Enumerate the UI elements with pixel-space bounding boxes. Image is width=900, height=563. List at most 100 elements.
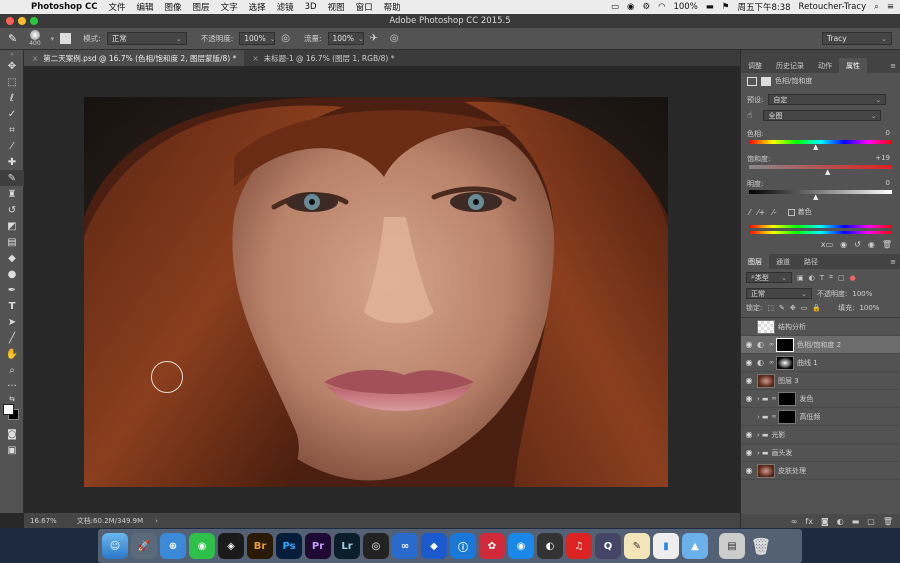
view-previous-icon[interactable]: ◉ xyxy=(840,240,847,249)
layer-group-row[interactable]: ◉ › ▬ 光影 xyxy=(741,426,900,444)
menu-app-name[interactable]: Photoshop CC xyxy=(31,2,98,12)
menu-edit[interactable]: 编辑 xyxy=(137,1,154,13)
minimize-window-button[interactable] xyxy=(18,17,26,25)
cinema4d-icon[interactable]: ◎ xyxy=(363,533,389,559)
tab-adjustments[interactable]: 调整 xyxy=(741,58,769,73)
layer-opacity-value[interactable]: 100% xyxy=(852,290,872,298)
lightness-slider-thumb[interactable]: ▲ xyxy=(813,193,900,201)
menubar-clock[interactable]: 周五下午8:38 xyxy=(737,1,790,13)
zoom-tool-icon[interactable]: ⌕ xyxy=(0,362,24,378)
photoshop-app-icon[interactable]: Ps xyxy=(276,533,302,559)
brush-panel-icon[interactable] xyxy=(60,33,72,44)
eyedropper-minus-icon[interactable]: ⁄- xyxy=(772,208,776,217)
add-mask-icon[interactable]: ◙ xyxy=(821,517,829,526)
link-icon[interactable]: ∞ xyxy=(769,341,774,348)
move-tool-icon[interactable]: ✥ xyxy=(0,58,24,74)
gradient-tool-icon[interactable]: ▤ xyxy=(0,234,24,250)
filter-adjust-icon[interactable]: ◐ xyxy=(809,274,815,282)
bridge-app-icon[interactable]: Br xyxy=(247,533,273,559)
saturation-slider-thumb[interactable]: ▲ xyxy=(825,168,900,176)
wechat-status-icon[interactable]: ◉ xyxy=(627,2,634,12)
reset-icon[interactable]: ↺ xyxy=(854,240,861,249)
blur-tool-icon[interactable]: ◆ xyxy=(0,250,24,266)
layer-mask-thumbnail[interactable] xyxy=(776,337,794,352)
eye-icon[interactable]: ◉ xyxy=(741,448,757,457)
layer-row-selected[interactable]: ◉ ◐ ∞ 色相/饱和度 2 xyxy=(741,336,900,354)
healing-brush-tool-icon[interactable]: ✚ xyxy=(0,154,24,170)
tab-paths[interactable]: 路径 xyxy=(797,254,825,269)
airbrush-icon[interactable]: ✈ xyxy=(370,33,378,44)
link-icon[interactable]: ∞ xyxy=(771,395,776,402)
history-brush-tool-icon[interactable]: ↺ xyxy=(0,202,24,218)
gear-status-icon[interactable]: ⚙ xyxy=(642,2,650,12)
lock-all-icon[interactable]: 🔒 xyxy=(812,304,821,312)
chevron-right-icon[interactable]: › xyxy=(155,517,158,525)
panel-grip[interactable] xyxy=(741,50,900,58)
davinci-icon[interactable]: ✿ xyxy=(479,533,505,559)
tab-document-1[interactable]: × 第二天案例.psd @ 16.7% (色相/饱和度 2, 图层蒙版/8) * xyxy=(24,50,245,66)
type-tool-icon[interactable]: T xyxy=(0,298,24,314)
workspace-select[interactable]: Tracy ⌄ xyxy=(822,32,892,45)
layer-row[interactable]: ◉ 皮肤处理 xyxy=(741,462,900,480)
document-size[interactable]: 文档:60.2M/349.9M xyxy=(77,516,143,526)
brush-tool-icon[interactable]: ✎ xyxy=(0,170,24,186)
tab-properties[interactable]: 属性 xyxy=(839,58,867,73)
filter-smart-icon[interactable]: ▢ xyxy=(838,274,845,282)
preset-select[interactable]: 自定 ⌄ xyxy=(768,94,887,105)
pressure-opacity-icon[interactable]: ◎ xyxy=(281,33,290,44)
share-app-icon[interactable]: ◆ xyxy=(421,533,447,559)
link-icon[interactable]: ∞ xyxy=(771,413,776,420)
eraser-tool-icon[interactable]: ◩ xyxy=(0,218,24,234)
paw-app-icon[interactable]: ◉ xyxy=(508,533,534,559)
obs-icon[interactable]: ◐ xyxy=(537,533,563,559)
visibility-icon[interactable]: ◉ xyxy=(868,240,875,249)
notes-app-icon[interactable]: ✎ xyxy=(624,533,650,559)
saturation-value[interactable]: +19 xyxy=(875,154,890,164)
panel-menu-icon[interactable]: ≡ xyxy=(890,62,900,70)
foreground-color[interactable] xyxy=(3,404,14,415)
menu-file[interactable]: 文件 xyxy=(109,1,126,13)
lightness-value[interactable]: 0 xyxy=(886,179,890,189)
mask-icon[interactable] xyxy=(761,76,771,86)
quick-select-tool-icon[interactable]: ✓ xyxy=(0,106,24,122)
menu-image[interactable]: 图像 xyxy=(165,1,182,13)
chevron-right-icon[interactable]: › xyxy=(757,449,760,457)
eye-icon[interactable]: ◉ xyxy=(741,394,757,403)
menu-help[interactable]: 帮助 xyxy=(384,1,401,13)
panel-grip-icon[interactable]: » xyxy=(0,50,24,58)
lock-position-icon[interactable]: ✥ xyxy=(790,304,796,312)
menu-window[interactable]: 窗口 xyxy=(356,1,373,13)
menubar-user[interactable]: Retoucher-Tracy xyxy=(799,2,867,12)
colorize-checkbox[interactable] xyxy=(787,208,795,216)
tab-document-2[interactable]: × 未标题-1 @ 16.7% (图层 1, RGB/8) * xyxy=(244,50,402,66)
crop-tool-icon[interactable]: ⌗ xyxy=(0,122,24,138)
menu-select[interactable]: 选择 xyxy=(249,1,266,13)
eyedropper-plus-icon[interactable]: ⁄+ xyxy=(757,208,765,217)
filter-type-icon[interactable]: T xyxy=(820,274,824,282)
hue-slider-thumb[interactable]: ▲ xyxy=(813,143,900,151)
layer-row[interactable]: 结构分析 xyxy=(741,318,900,336)
targeted-adjust-hand-icon[interactable]: ☝ xyxy=(747,111,752,121)
numbers-icon[interactable]: ▮ xyxy=(653,533,679,559)
tab-actions[interactable]: 动作 xyxy=(811,58,839,73)
filter-shape-icon[interactable]: ⌗ xyxy=(829,273,833,282)
panel-menu-icon[interactable]: ≡ xyxy=(890,258,900,266)
group-mask-thumbnail[interactable] xyxy=(778,409,797,424)
chevron-down-icon[interactable]: ▾ xyxy=(47,35,55,43)
more-tools-icon[interactable]: ··· xyxy=(0,378,24,394)
eyedropper-tool-icon[interactable]: ⁄ xyxy=(0,138,24,154)
close-icon[interactable]: × xyxy=(32,54,38,63)
opacity-field[interactable]: 100% ⌄ xyxy=(239,32,276,45)
finder-icon[interactable]: ☺ xyxy=(102,533,128,559)
channel-select[interactable]: 全图 ⌄ xyxy=(763,110,882,121)
stamp-tool-icon[interactable]: ♜ xyxy=(0,186,24,202)
line-tool-icon[interactable]: ╱ xyxy=(0,330,24,346)
menu-view[interactable]: 视图 xyxy=(328,1,345,13)
zoom-window-button[interactable] xyxy=(30,17,38,25)
screen-icon[interactable]: ▭ xyxy=(611,2,619,12)
pressure-size-icon[interactable]: ◎ xyxy=(390,33,399,44)
battery-icon[interactable]: ▬ xyxy=(706,2,714,12)
wifi-icon[interactable]: ◠ xyxy=(658,2,665,12)
eyedropper-icon[interactable]: ⁄ xyxy=(749,208,750,217)
layer-mask-thumbnail[interactable] xyxy=(776,355,794,370)
